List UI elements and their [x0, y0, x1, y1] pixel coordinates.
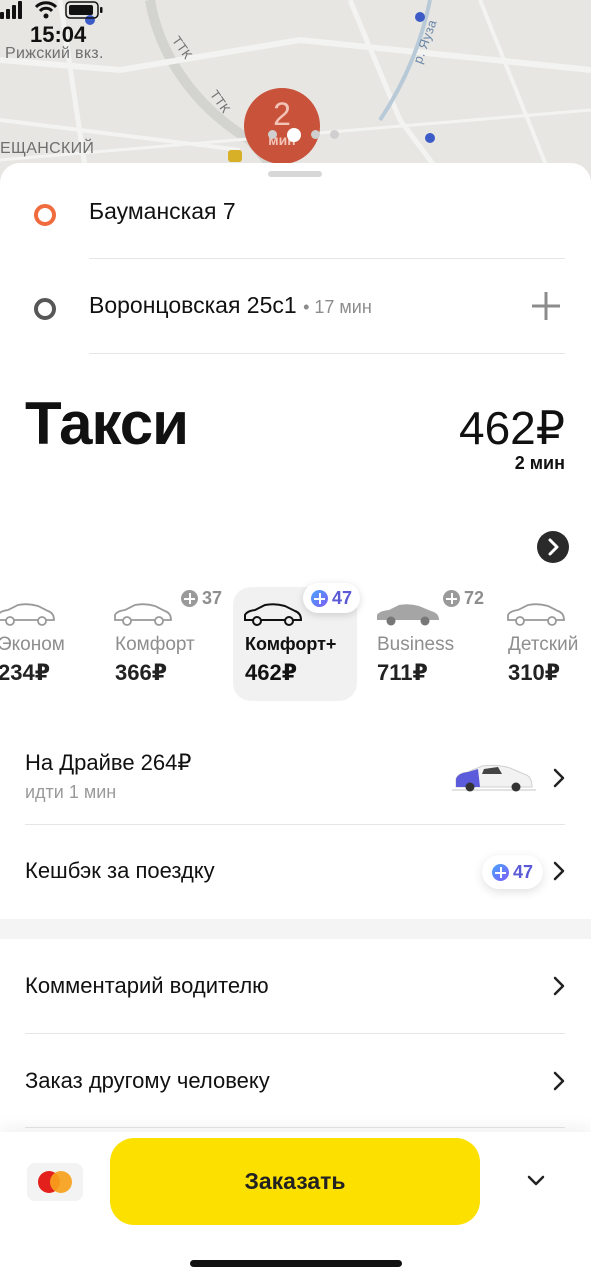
tariff-price: 310₽ [508, 660, 561, 685]
page-dot [330, 130, 339, 140]
home-indicator[interactable] [190, 1260, 402, 1267]
drive-subtitle: идти 1 мин [25, 782, 117, 802]
order-for-other-row[interactable]: Заказ другому человеку [0, 1034, 591, 1126]
tariff-price: 462₽ [245, 660, 298, 685]
chevron-right-icon [553, 1071, 565, 1091]
tariff-price: 234₽ [0, 660, 51, 685]
section-gap [0, 919, 591, 939]
cashback-title: Кешбэк за поездку [25, 858, 215, 883]
service-title: Такси [25, 390, 189, 457]
tariff-price: 366₽ [115, 660, 168, 685]
bottom-bar: Заказать [0, 1132, 591, 1280]
tariff-name: Комфорт [115, 634, 195, 655]
status-icons [0, 1, 103, 19]
page-dot-active [287, 127, 301, 142]
tariff-business[interactable]: 72 Business 711₽ [365, 587, 489, 701]
tariff-name: Детский [508, 634, 579, 655]
destination-dot-icon [34, 298, 56, 320]
service-wait-time: 2 мин [514, 453, 565, 473]
order-for-other-label: Заказ другому человеку [25, 1068, 270, 1093]
plus-points-icon [443, 590, 460, 607]
route-to-eta: • 17 мин [303, 297, 372, 317]
tariff-cashback-value: 37 [202, 588, 223, 608]
page-dot [311, 130, 320, 140]
divider [25, 1127, 565, 1128]
car-icon [244, 603, 303, 626]
chevron-right-icon [553, 976, 565, 996]
chevron-right-icon [553, 861, 565, 881]
tariff-name: Эконом [0, 634, 65, 655]
cashback-value: 47 [513, 862, 534, 882]
tariff-cashback: 72 [443, 583, 484, 613]
service-price: 462₽ [458, 402, 565, 454]
plus-points-icon [181, 590, 198, 607]
route-from-row[interactable]: Бауманская 7 [0, 163, 591, 259]
status-time: 15:04 [30, 22, 87, 47]
car-icon [507, 603, 565, 626]
driver-comment-label: Комментарий водителю [25, 973, 269, 998]
page-indicator [268, 126, 349, 142]
route-to-address: Воронцовская 25с1 [89, 292, 297, 318]
carsharing-car-icon [452, 764, 536, 792]
cashback-pill: 47 [482, 855, 544, 889]
chevron-right-icon [553, 768, 565, 788]
page-dot [268, 130, 277, 140]
tariff-name: Комфорт+ [245, 634, 337, 654]
origin-dot-icon [34, 204, 56, 226]
tariff-comfort[interactable]: 37 Комфорт 366₽ [103, 587, 227, 701]
chevron-down-icon[interactable] [526, 1174, 546, 1188]
signal-icon [0, 1, 22, 19]
wifi-icon [34, 1, 58, 19]
driver-comment-row[interactable]: Комментарий водителю [0, 939, 591, 1032]
drive-title: На Драйве 264₽ [25, 750, 192, 775]
route-to-text: Воронцовская 25с1 • 17 мин [89, 292, 372, 319]
tariff-cashback: 37 [181, 583, 222, 613]
plus-points-icon [492, 864, 509, 881]
route-to-row[interactable]: Воронцовская 25с1 • 17 мин [0, 259, 591, 354]
tariff-kids[interactable]: Детский 310₽ [496, 587, 591, 701]
payment-method-button[interactable] [27, 1163, 83, 1201]
car-icon [114, 603, 172, 626]
order-button[interactable]: Заказать [110, 1138, 480, 1225]
tariff-cashback-value: 47 [332, 588, 353, 608]
tariff-cashback-value: 72 [464, 588, 485, 608]
plus-points-icon [311, 590, 328, 607]
chevron-right-icon [548, 538, 559, 556]
drive-row[interactable]: На Драйве 264₽ идти 1 мин [0, 733, 591, 823]
tariff-comfort-plus[interactable]: 47 Комфорт+ 462₽ [233, 583, 361, 701]
battery-icon [65, 1, 103, 19]
tariff-econom[interactable]: Эконом 234₽ [0, 587, 110, 701]
add-stop-plus-icon[interactable] [530, 290, 562, 322]
route-from-address: Бауманская 7 [89, 198, 236, 224]
map-label-district: ЕЩАНСКИЙ [0, 140, 95, 157]
tariff-cashback: 47 [303, 583, 361, 613]
car-icon [377, 604, 439, 626]
car-icon [0, 603, 55, 626]
tariff-name: Business [377, 634, 455, 655]
next-service-button[interactable] [537, 531, 569, 563]
divider [89, 353, 565, 354]
mastercard-icon [38, 1171, 72, 1193]
tariff-price: 711₽ [377, 660, 428, 685]
order-sheet: Бауманская 7 Воронцовская 25с1 • 17 мин … [0, 163, 591, 1280]
